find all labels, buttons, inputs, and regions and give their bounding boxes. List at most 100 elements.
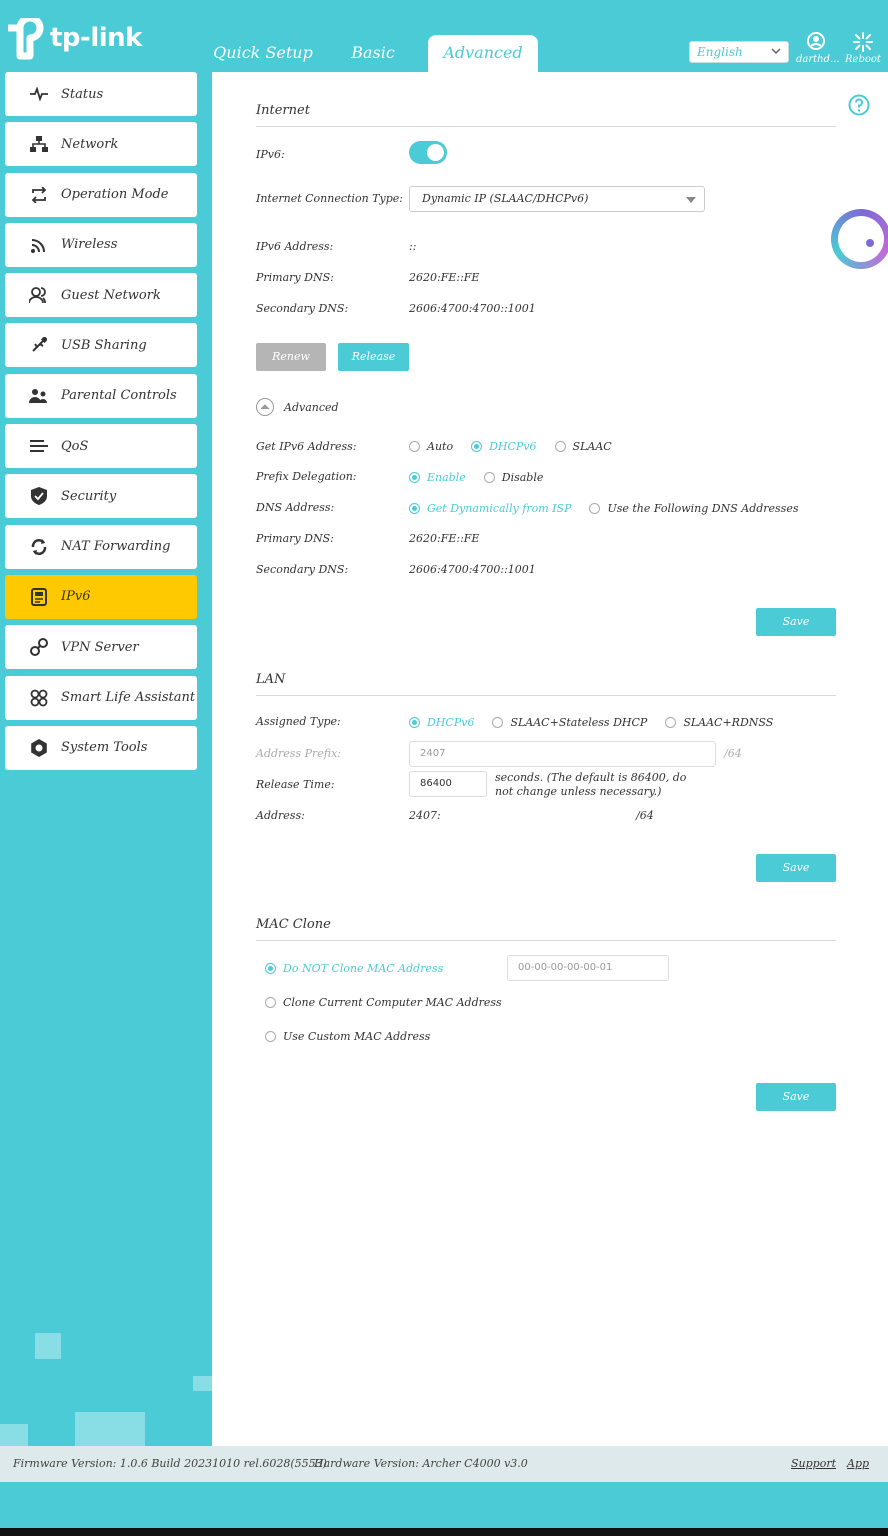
lan-save-button[interactable]: Save — [756, 854, 836, 882]
radio-slaac[interactable]: SLAAC — [554, 440, 612, 453]
address-prefix-suffix: /64 — [724, 747, 742, 760]
advanced-label: Advanced — [284, 400, 339, 414]
lan-address-suffix: /64 — [636, 809, 654, 822]
dns-address-label: DNS Address: — [256, 501, 335, 514]
language-value: English — [697, 45, 743, 59]
ipv6-address-label: IPv6 Address: — [256, 240, 334, 253]
app-link[interactable]: App — [847, 1457, 869, 1470]
connection-type-select[interactable]: Dynamic IP (SLAAC/DHCPv6) — [409, 186, 705, 212]
radio-slaac-stateless-dhcp[interactable]: SLAAC+Stateless DHCP — [492, 716, 647, 729]
decor-square — [193, 1376, 212, 1391]
user-button[interactable]: darthd... — [796, 32, 840, 65]
gear-icon — [29, 738, 49, 758]
release-time-input[interactable]: 86400 — [409, 771, 487, 797]
radio-clone-current[interactable]: Clone Current Computer MAC Address — [265, 996, 502, 1009]
radio-dhcpv6[interactable]: DHCPv6 — [471, 440, 537, 453]
mac-clone-option-1: Do NOT Clone MAC Address — [265, 962, 461, 975]
sidebar-item-ipv6[interactable]: IPv6 — [5, 574, 197, 619]
smart-icon — [29, 688, 49, 708]
sidebar-item-status[interactable]: Status — [5, 72, 197, 116]
sidebar-item-label: IPv6 — [61, 589, 91, 605]
reboot-button[interactable]: Reboot — [843, 32, 883, 65]
radio-custom-mac[interactable]: Use Custom MAC Address — [265, 1030, 430, 1043]
primary-dns-value: 2620:FE::FE — [409, 271, 480, 284]
mac-clone-save-button[interactable]: Save — [756, 1083, 836, 1111]
advanced-toggle[interactable]: Advanced — [256, 398, 339, 416]
guest-icon — [29, 285, 49, 305]
lan-address-label: Address: — [256, 809, 305, 822]
tp-link-logo-icon — [6, 14, 46, 60]
sidebar-item-label: QoS — [61, 438, 89, 454]
internet-save-button[interactable]: Save — [756, 608, 836, 636]
nat-icon — [29, 537, 49, 557]
sidebar-item-nat-forwarding[interactable]: NAT Forwarding — [5, 524, 197, 569]
radio-auto[interactable]: Auto — [409, 440, 453, 453]
sidebar-item-usb-sharing[interactable]: USB Sharing — [5, 323, 197, 368]
firmware-version: Firmware Version: 1.0.6 Build 20231010 r… — [13, 1457, 327, 1470]
ipv6-toggle[interactable] — [409, 141, 447, 164]
hardware-version: Hardware Version: Archer C4000 v3.0 — [314, 1457, 528, 1470]
radio-dot — [492, 717, 504, 728]
adv-primary-dns-value: 2620:FE::FE — [409, 532, 480, 545]
assigned-type-options: DHCPv6 SLAAC+Stateless DHCP SLAAC+RDNSS — [409, 716, 791, 729]
chevron-down-icon — [771, 48, 781, 55]
sidebar-item-guest-network[interactable]: Guest Network — [5, 273, 197, 318]
radio-label: Do NOT Clone MAC Address — [283, 962, 444, 975]
language-select[interactable]: English — [689, 41, 789, 63]
family-icon — [29, 386, 49, 406]
renew-button[interactable]: Renew — [256, 343, 326, 371]
radio-enable[interactable]: Enable — [409, 471, 466, 484]
internet-section-title: Internet — [256, 103, 310, 118]
radio-label: SLAAC — [572, 440, 612, 453]
radio-slaac-rdnss[interactable]: SLAAC+RDNSS — [665, 716, 773, 729]
sidebar-item-network[interactable]: Network — [5, 122, 197, 167]
tab-quick-setup[interactable]: Quick Setup — [208, 35, 318, 72]
sidebar-item-operation-mode[interactable]: Operation Mode — [5, 172, 197, 217]
help-icon[interactable] — [848, 94, 870, 116]
dns-address-options: Get Dynamically from ISP Use the Followi… — [409, 502, 817, 515]
radio-do-not-clone[interactable]: Do NOT Clone MAC Address — [265, 962, 443, 975]
tp-link-logo: tp-link — [6, 14, 142, 60]
release-button[interactable]: Release — [338, 343, 409, 371]
address-prefix-input[interactable]: 2407 — [409, 741, 716, 767]
divider — [256, 695, 836, 696]
get-ipv6-address-options: Auto DHCPv6 SLAAC — [409, 440, 630, 453]
radio-dot — [265, 963, 276, 974]
mac-address-input[interactable]: 00-00-00-00-00-01 — [507, 955, 669, 981]
radio-lan-dhcpv6[interactable]: DHCPv6 — [409, 716, 474, 729]
sidebar-item-parental-controls[interactable]: Parental Controls — [5, 373, 197, 418]
tab-basic[interactable]: Basic — [318, 35, 428, 72]
sidebar-item-smart-life-assistant[interactable]: Smart Life Assistant — [5, 675, 197, 720]
sidebar-item-label: VPN Server — [61, 639, 139, 655]
radio-label: Get Dynamically from ISP — [427, 502, 572, 515]
radio-dot — [409, 503, 420, 514]
sidebar-item-wireless[interactable]: Wireless — [5, 222, 197, 267]
radio-disable[interactable]: Disable — [483, 471, 543, 484]
adv-primary-dns-label: Primary DNS: — [256, 532, 334, 545]
sidebar: Status Network Operation Mode Wireless G… — [5, 72, 197, 776]
reboot-label: Reboot — [845, 54, 881, 65]
tab-advanced[interactable]: Advanced — [428, 35, 538, 72]
support-link[interactable]: Support — [791, 1457, 836, 1470]
radio-label: Use the Following DNS Addresses — [607, 502, 799, 515]
radio-dot — [409, 472, 420, 483]
sidebar-item-label: Security — [61, 488, 117, 504]
cycle-icon — [29, 185, 49, 205]
bottom-bar — [0, 1528, 888, 1536]
reboot-icon — [853, 32, 873, 52]
sidebar-item-system-tools[interactable]: System Tools — [5, 725, 197, 770]
radio-dot — [265, 1031, 276, 1042]
radio-get-dynamically[interactable]: Get Dynamically from ISP — [409, 502, 571, 515]
radio-label: SLAAC+RDNSS — [683, 716, 774, 729]
get-ipv6-address-label: Get IPv6 Address: — [256, 440, 357, 453]
radio-use-following-dns[interactable]: Use the Following DNS Addresses — [589, 502, 799, 515]
sidebar-item-qos[interactable]: QoS — [5, 424, 197, 469]
decor-square — [35, 1333, 61, 1359]
chevron-up-icon — [256, 398, 274, 416]
assistant-widget[interactable] — [831, 209, 888, 269]
logo-text: tp-link — [50, 23, 142, 53]
dropdown-arrow-icon — [686, 197, 696, 203]
sidebar-item-security[interactable]: Security — [5, 474, 197, 519]
sidebar-item-vpn-server[interactable]: VPN Server — [5, 625, 197, 670]
release-time-label: Release Time: — [256, 778, 335, 791]
